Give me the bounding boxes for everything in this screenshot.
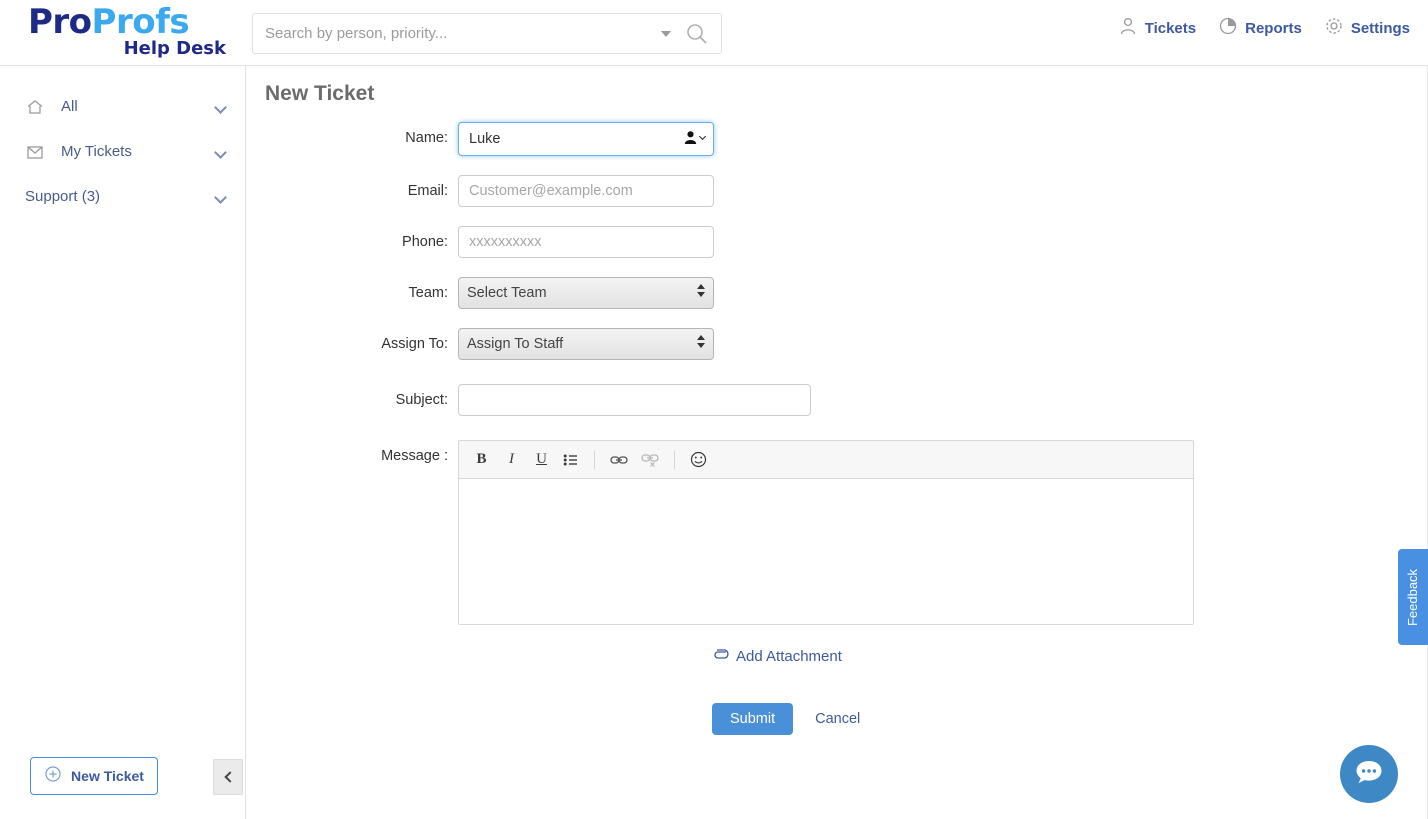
main-content: New Ticket Name: Email: Phone: [246, 66, 1428, 819]
home-icon [25, 97, 47, 117]
sidebar-item-my-tickets-label: My Tickets [61, 143, 132, 160]
submit-button[interactable]: Submit [712, 703, 793, 735]
name-label: Name: [246, 122, 458, 154]
team-label: Team: [246, 277, 458, 309]
phone-field[interactable] [458, 226, 714, 258]
cancel-button[interactable]: Cancel [815, 711, 860, 727]
editor-toolbar: B I U [459, 441, 1193, 479]
gear-icon [1324, 16, 1344, 40]
logo-pro-text: Pro [28, 2, 92, 42]
message-editor: B I U [458, 440, 1194, 625]
paperclip-icon [712, 647, 729, 666]
bullet-list-icon[interactable] [563, 452, 579, 468]
inbox-icon [25, 142, 47, 162]
sidebar-item-my-tickets[interactable]: My Tickets [0, 129, 245, 174]
chat-bubble-icon [1351, 754, 1387, 795]
feedback-tab-label: Feedback [1406, 568, 1421, 625]
subject-input[interactable] [458, 384, 811, 416]
form-row-email: Email: [246, 175, 1428, 207]
form-row-assign-to: Assign To: Assign To Staff [246, 328, 1428, 360]
new-ticket-button-label: New Ticket [71, 768, 144, 784]
logo-profs-text: Profs [92, 2, 190, 42]
sidebar-item-all[interactable]: All [0, 84, 245, 129]
feedback-tab[interactable]: Feedback [1398, 549, 1428, 645]
phone-label: Phone: [246, 226, 458, 258]
sidebar-item-support[interactable]: Support (3) [0, 174, 245, 219]
name-input[interactable] [458, 122, 714, 156]
chevron-down-icon[interactable] [214, 191, 227, 204]
nav-tickets-label: Tickets [1145, 20, 1196, 37]
search-icon[interactable] [685, 22, 709, 46]
nav-reports-label: Reports [1245, 20, 1302, 37]
assign-to-label: Assign To: [246, 328, 458, 360]
form-row-message: Message : B I U [246, 440, 1428, 625]
sidebar-item-all-label: All [61, 98, 78, 115]
add-attachment-link[interactable]: Add Attachment [712, 647, 1428, 666]
italic-button[interactable]: I [503, 450, 520, 470]
search-input[interactable] [253, 24, 661, 43]
search-bar[interactable] [252, 13, 722, 54]
logo-wordmark: ProProfs [28, 5, 228, 39]
new-ticket-form: Name: Email: Phone: Team: [246, 122, 1428, 735]
form-row-subject: Subject: [246, 384, 1428, 416]
form-row-team: Team: Select Team [246, 277, 1428, 309]
toolbar-separator [674, 451, 675, 469]
page-title: New Ticket [265, 82, 374, 106]
plus-circle-icon [44, 765, 62, 788]
form-row-phone: Phone: [246, 226, 1428, 258]
add-attachment-label: Add Attachment [736, 648, 842, 665]
sidebar-collapse-button[interactable] [213, 759, 243, 795]
nav-settings[interactable]: Settings [1324, 16, 1410, 40]
logo-subtitle: Help Desk [28, 39, 228, 59]
proprofs-logo[interactable]: ProProfs Help Desk [28, 5, 228, 59]
chat-launcher-button[interactable] [1340, 745, 1398, 803]
insert-link-icon[interactable] [610, 452, 628, 468]
name-field-wrapper [458, 122, 714, 156]
team-select[interactable]: Select Team [458, 277, 714, 309]
nav-tickets[interactable]: Tickets [1118, 16, 1196, 40]
top-navigation: Tickets Reports Settings [1118, 16, 1410, 40]
chevron-down-icon[interactable] [214, 101, 227, 114]
pie-chart-icon [1218, 16, 1238, 40]
message-textarea[interactable] [459, 479, 1193, 624]
email-label: Email: [246, 175, 458, 207]
form-actions: Submit Cancel [712, 703, 1428, 735]
underline-button[interactable]: U [533, 450, 550, 470]
new-ticket-button[interactable]: New Ticket [30, 757, 158, 795]
subject-label: Subject: [246, 384, 458, 416]
toolbar-separator [594, 451, 595, 469]
remove-link-icon [641, 452, 659, 468]
nav-reports[interactable]: Reports [1218, 16, 1302, 40]
bold-button[interactable]: B [473, 450, 490, 470]
sidebar-item-support-label: Support (3) [25, 188, 100, 205]
nav-settings-label: Settings [1351, 20, 1410, 37]
email-field[interactable] [458, 175, 714, 207]
team-select-wrapper: Select Team [458, 277, 714, 309]
chevron-left-icon [224, 771, 235, 782]
chevron-down-icon[interactable] [214, 146, 227, 159]
emoji-icon[interactable] [690, 451, 707, 468]
left-sidebar: All My Tickets Support (3) New Ticket [0, 66, 246, 819]
form-row-name: Name: [246, 122, 1428, 156]
app-header: ProProfs Help Desk Tickets [0, 0, 1428, 66]
chevron-down-icon[interactable] [661, 31, 671, 37]
assign-to-select[interactable]: Assign To Staff [458, 328, 714, 360]
user-icon [1118, 16, 1138, 40]
assign-to-select-wrapper: Assign To Staff [458, 328, 714, 360]
message-label: Message : [246, 440, 458, 472]
